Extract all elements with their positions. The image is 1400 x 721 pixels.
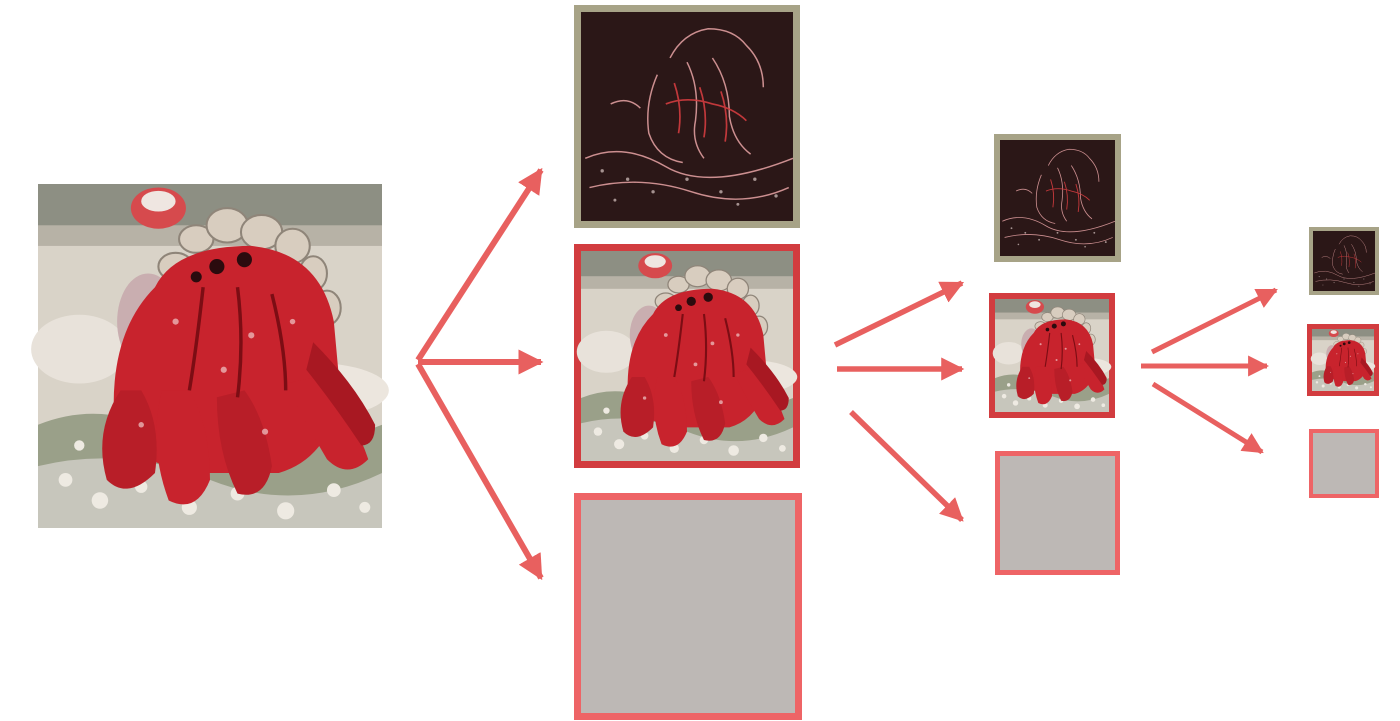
approx-image-3 — [1307, 324, 1379, 396]
flat-gray-map-icon — [581, 500, 795, 713]
approx-image-1 — [574, 244, 800, 468]
coarse-map-1 — [574, 493, 802, 720]
coarse-map-3 — [1309, 429, 1379, 498]
approx-image-2 — [989, 293, 1115, 418]
arrow-to-coarse-2 — [849, 410, 964, 522]
flat-gray-map-icon — [1000, 456, 1115, 570]
arrow-to-detail-1 — [415, 167, 544, 362]
level-3-outputs — [1307, 227, 1379, 498]
arrow-to-coarse-1 — [415, 362, 544, 581]
level-2-outputs — [989, 134, 1121, 575]
level-1-arrows — [415, 167, 544, 581]
edge-detail-map-icon — [999, 139, 1116, 257]
detail-map-1 — [574, 5, 800, 228]
downscaled-crab-icon — [575, 249, 799, 463]
downscaled-crab-icon — [1310, 328, 1376, 392]
arrow-to-detail-2 — [833, 280, 965, 348]
detail-map-3 — [1309, 227, 1379, 295]
detail-map-2 — [994, 134, 1121, 262]
level-1-outputs — [574, 5, 802, 720]
level-3-arrows — [1141, 287, 1278, 455]
decomposition-diagram — [29, 5, 1379, 720]
downscaled-crab-icon — [992, 298, 1112, 413]
source-photo — [29, 182, 391, 530]
coarse-map-2 — [995, 451, 1120, 575]
flat-gray-map-icon — [1313, 433, 1375, 494]
hermit-crab-photo-icon — [29, 182, 391, 530]
arrow-to-detail-3 — [1150, 287, 1278, 355]
arrow-to-coarse-3 — [1151, 381, 1264, 455]
edge-detail-map-icon — [1312, 230, 1376, 292]
edge-detail-map-icon — [579, 10, 795, 223]
level-2-arrows — [833, 280, 965, 522]
